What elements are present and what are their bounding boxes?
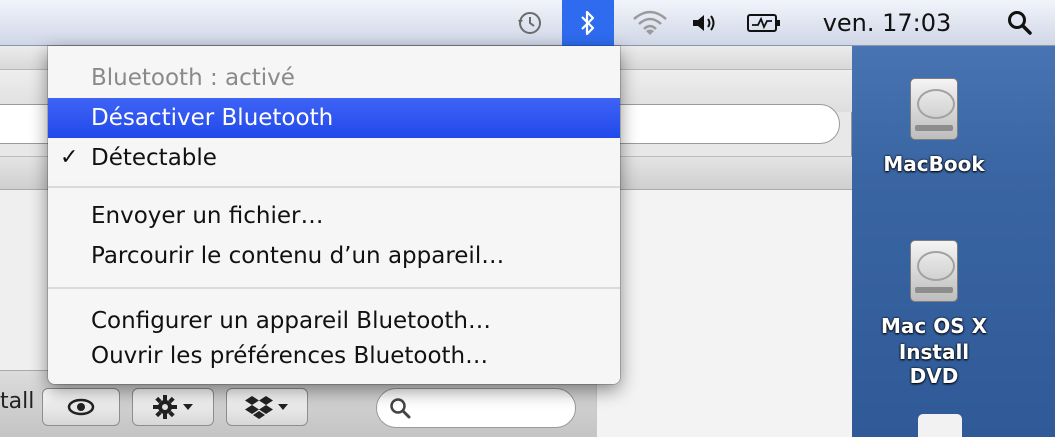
spotlight-icon xyxy=(1008,11,1032,35)
bluetooth-status-label: Bluetooth : activé xyxy=(91,65,295,91)
dropbox-menu-button[interactable] xyxy=(226,388,308,426)
action-menu-button[interactable] xyxy=(132,388,214,426)
checkmark-icon: ✓ xyxy=(60,145,79,170)
quick-look-button[interactable] xyxy=(42,388,120,426)
finder-search-field[interactable] xyxy=(376,388,576,428)
chevron-down-icon xyxy=(278,404,288,410)
spotlight-button[interactable] xyxy=(998,0,1042,46)
menu-item-disable-bluetooth[interactable]: Désactiver Bluetooth xyxy=(48,98,620,138)
menu-bar-clock[interactable]: ven. 17:03 xyxy=(808,0,966,46)
menu-item-open-preferences[interactable]: Ouvrir les préférences Bluetooth… xyxy=(48,336,620,376)
install-label-fragment: tall xyxy=(0,389,35,414)
disk-label-line2: Install DVD xyxy=(898,340,970,388)
menu-item-browse-device[interactable]: Parcourir le contenu d’un appareil… xyxy=(48,236,620,276)
menu-item-send-file[interactable]: Envoyer un fichier… xyxy=(48,196,620,236)
battery-charging-icon xyxy=(747,14,780,32)
menu-bar: ven. 17:03 xyxy=(0,0,1055,46)
speaker-icon xyxy=(693,15,715,31)
disk-label: Mac OS X xyxy=(880,314,987,338)
wifi-menu[interactable] xyxy=(626,0,674,46)
desktop-disk-install-dvd[interactable]: Mac OS X Install DVD xyxy=(874,240,994,388)
hard-drive-icon xyxy=(910,240,958,302)
menu-separator xyxy=(48,186,620,188)
bluetooth-dropdown-menu: Bluetooth : activé Désactiver Bluetooth … xyxy=(48,46,620,384)
disk-label: MacBook xyxy=(883,152,985,176)
desktop-disk-partial[interactable] xyxy=(918,414,962,437)
hard-drive-icon xyxy=(910,78,958,140)
menu-item-label: Détectable xyxy=(91,145,217,171)
menu-item-setup-device[interactable]: Configurer un appareil Bluetooth… xyxy=(48,301,620,341)
time-machine-menu[interactable] xyxy=(508,0,552,46)
desktop-disk-macbook[interactable]: MacBook xyxy=(874,78,994,176)
menu-item-discoverable[interactable]: ✓ Détectable xyxy=(48,138,620,178)
battery-menu[interactable] xyxy=(740,0,788,46)
wifi-icon xyxy=(633,10,667,35)
bluetooth-icon xyxy=(581,10,595,36)
volume-menu[interactable] xyxy=(682,0,726,46)
time-machine-icon xyxy=(518,12,541,34)
eye-icon xyxy=(67,398,95,416)
dropbox-icon xyxy=(245,396,273,419)
finder-preview-pane xyxy=(596,190,852,437)
chevron-down-icon xyxy=(183,404,193,410)
gear-icon xyxy=(153,395,177,419)
bluetooth-menu-extra[interactable] xyxy=(562,0,614,46)
search-icon xyxy=(390,398,411,419)
menu-separator xyxy=(48,287,620,289)
